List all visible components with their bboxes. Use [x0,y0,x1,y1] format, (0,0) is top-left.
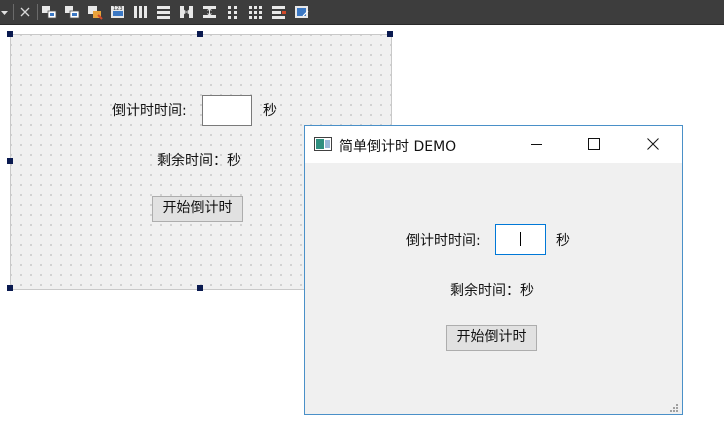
resize-handle-top-right[interactable] [387,31,393,37]
minimize-icon [531,144,542,145]
adjust-size-icon[interactable] [294,4,310,20]
grid-layout-icon[interactable] [225,4,241,20]
window-title: 简单倒计时 DEMO [339,139,457,155]
minimize-button[interactable] [514,126,560,163]
countdown-input[interactable] [202,95,252,126]
app-window-icon [314,137,332,151]
resize-handle-bottom-left[interactable] [7,285,13,291]
horizontal-layout-icon[interactable] [133,4,149,20]
remaining-time-label: 剩余时间：秒 [450,283,534,299]
maximize-icon [588,138,600,150]
close-icon[interactable] [17,4,33,20]
countdown-input[interactable] [495,224,546,255]
dropdown-arrow-icon[interactable] [0,4,10,20]
demo-window: 简单倒计时 DEMO 倒计时时间: 秒 剩余时间：秒 开始倒计时 [304,125,683,415]
countdown-time-label: 倒计时时间: [406,233,481,249]
close-window-button[interactable] [630,126,676,163]
toolbar-separator [13,4,14,20]
form-layout-icon[interactable] [248,4,264,20]
tab-order-icon[interactable]: 123 [110,4,126,20]
toolbar-separator [37,4,38,20]
text-caret [520,232,521,246]
seconds-unit-label: 秒 [556,233,570,249]
designer-toolbar: 123 [0,0,724,25]
align-lefts-icon[interactable] [41,4,57,20]
resize-grip-icon[interactable] [669,401,679,412]
close-window-icon [647,138,659,150]
resize-handle-bottom[interactable] [197,285,203,291]
horizontal-splitter-icon[interactable] [179,4,195,20]
remaining-time-label: 剩余时间：秒 [157,153,241,169]
break-layout-icon[interactable] [271,4,287,20]
window-titlebar[interactable]: 简单倒计时 DEMO [305,126,682,163]
start-countdown-button[interactable]: 开始倒计时 [446,325,537,351]
vertical-splitter-icon[interactable] [202,4,218,20]
svg-text:123: 123 [113,6,123,12]
maximize-button[interactable] [571,126,617,163]
bring-to-front-icon[interactable] [87,4,103,20]
resize-handle-top-left[interactable] [7,31,13,37]
resize-handle-left[interactable] [7,158,13,164]
start-countdown-button[interactable]: 开始倒计时 [152,196,243,222]
countdown-time-label: 倒计时时间: [112,103,187,119]
resize-handle-top[interactable] [197,31,203,37]
seconds-unit-label: 秒 [263,103,277,119]
align-tops-icon[interactable] [64,4,80,20]
vertical-layout-icon[interactable] [156,4,172,20]
